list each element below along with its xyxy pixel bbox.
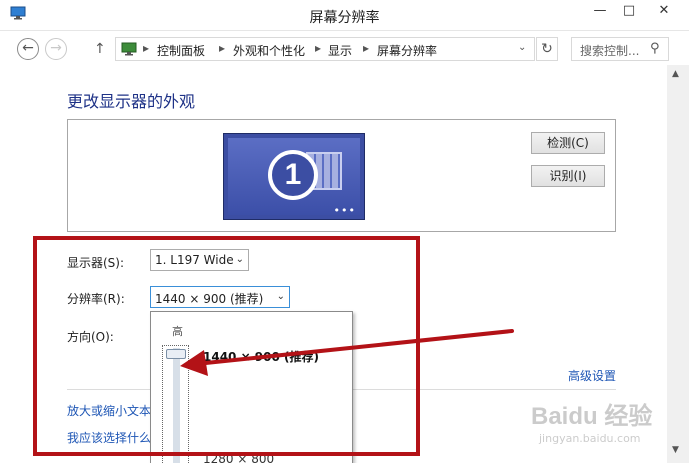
baidu-watermark: Baidu 经验 jingyan.baidu.com	[525, 396, 675, 456]
watermark-logo-text: Baidu 经验	[531, 403, 653, 430]
watermark-url: jingyan.baidu.com	[539, 432, 641, 445]
annotation-arrow	[180, 329, 514, 376]
